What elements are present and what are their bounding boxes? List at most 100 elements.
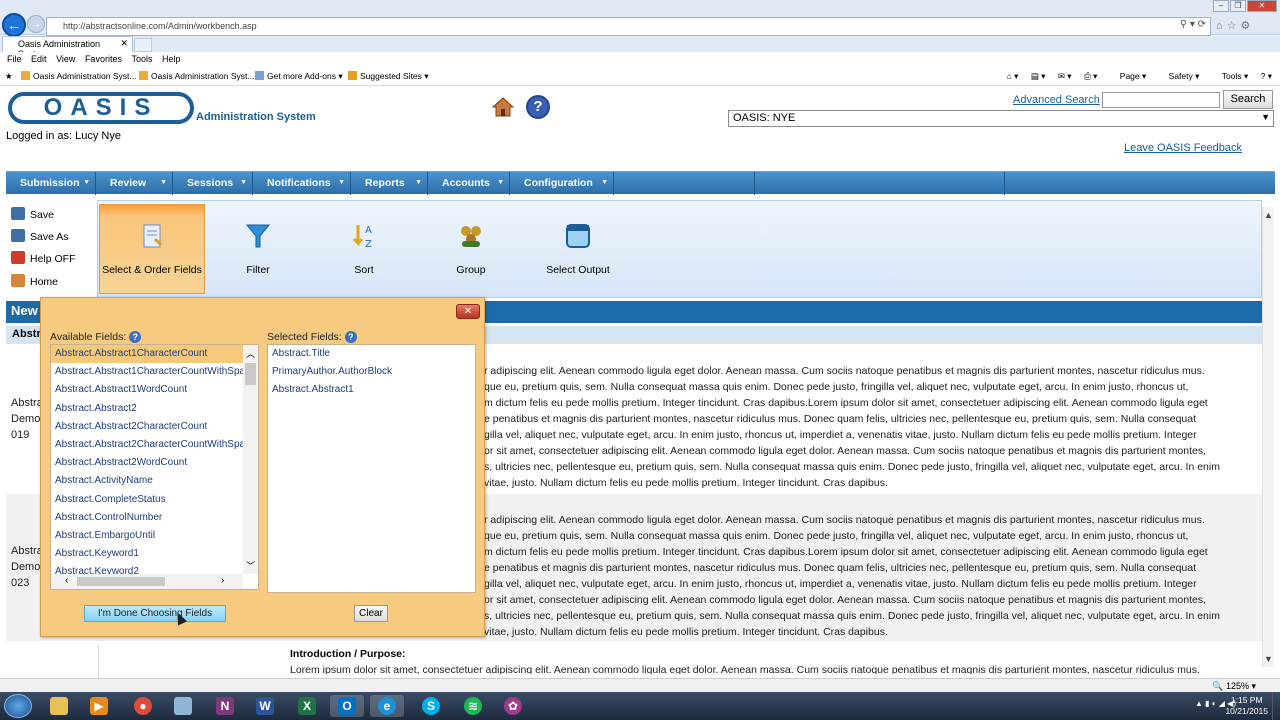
chevron-up-icon[interactable]: ︿: [246, 347, 255, 360]
list-item[interactable]: Abstract.ActivityName: [51, 472, 243, 490]
home-icon[interactable]: ⌂ ▾: [1007, 71, 1019, 81]
sort-button[interactable]: AZ Sort: [311, 205, 417, 295]
menu-favorites[interactable]: Favorites: [85, 54, 122, 64]
app-taskbar-icon[interactable]: [166, 695, 200, 717]
show-desktop-button[interactable]: [1272, 692, 1280, 720]
list-item[interactable]: Abstract.EmbargoUntil: [51, 527, 243, 545]
clear-button[interactable]: Clear: [354, 605, 388, 622]
ie-taskbar-icon[interactable]: e: [370, 695, 404, 717]
media-player-taskbar-icon[interactable]: ▶: [82, 695, 116, 717]
menu-tools[interactable]: Tools: [131, 54, 152, 64]
help-icon[interactable]: ?: [129, 331, 142, 343]
list-horizontal-scrollbar[interactable]: ‹ ›: [51, 574, 243, 589]
app-taskbar-icon[interactable]: ✿: [496, 695, 530, 717]
fav-suggested[interactable]: Suggested Sites ▾: [348, 71, 429, 82]
nav-accounts[interactable]: Accounts ▼: [428, 172, 510, 195]
nav-review[interactable]: Review ▼: [96, 172, 173, 195]
new-tab-button[interactable]: [134, 38, 152, 52]
list-item[interactable]: Abstract.Abstract2CharacterCount: [51, 418, 243, 436]
spotify-taskbar-icon[interactable]: ≋: [456, 695, 490, 717]
nav-notifications[interactable]: Notifications ▼: [253, 172, 351, 195]
chevron-left-icon[interactable]: ‹: [65, 575, 68, 586]
page-scrollbar[interactable]: ▲ ▼: [1262, 207, 1274, 667]
favorites-star-icon[interactable]: ★: [5, 71, 13, 82]
scroll-down-icon[interactable]: ▼: [1264, 654, 1273, 664]
start-button[interactable]: [4, 694, 32, 718]
cmd-safety[interactable]: Safety ▾: [1159, 71, 1200, 81]
group-button[interactable]: Group: [418, 205, 524, 295]
list-item[interactable]: Abstract.Abstract2WordCount: [51, 454, 243, 472]
chevron-down-icon[interactable]: ﹀: [246, 559, 255, 572]
save-as-button[interactable]: Save As: [11, 229, 69, 243]
select-order-fields-button[interactable]: Select & Order Fields: [99, 204, 205, 294]
help-icon[interactable]: ?: [344, 331, 357, 343]
nav-configuration[interactable]: Configuration ▼: [510, 172, 614, 195]
close-tab-icon[interactable]: ✕: [120, 38, 128, 49]
menu-file[interactable]: File: [7, 54, 22, 64]
chevron-right-icon[interactable]: ›: [221, 575, 224, 586]
home-icon[interactable]: ⌂: [1216, 20, 1227, 32]
list-item[interactable]: Abstract.Keyword1: [51, 545, 243, 563]
list-item[interactable]: Abstract.CompleteStatus: [51, 491, 243, 509]
list-item[interactable]: Abstract.Abstract1CharacterCount: [51, 345, 243, 364]
help-icon[interactable]: ? ▾: [1261, 71, 1272, 81]
feeds-icon[interactable]: ▤ ▾: [1031, 71, 1046, 81]
gear-icon[interactable]: ⚙: [1241, 20, 1255, 32]
back-button[interactable]: ←: [2, 13, 26, 37]
skype-taskbar-icon[interactable]: S: [414, 695, 448, 717]
word-taskbar-icon[interactable]: W: [248, 695, 282, 717]
excel-taskbar-icon[interactable]: X: [290, 695, 324, 717]
list-item[interactable]: Abstract.Abstract2: [51, 400, 243, 418]
nav-reports[interactable]: Reports ▼: [351, 172, 428, 195]
selected-fields-list[interactable]: Abstract.Title PrimaryAuthor.AuthorBlock…: [267, 344, 476, 593]
home-button[interactable]: Home: [11, 274, 58, 288]
event-select[interactable]: OASIS: NYE ▼: [728, 110, 1274, 127]
nav-submission[interactable]: Submission ▼: [6, 172, 96, 195]
scroll-up-icon[interactable]: ▲: [1264, 210, 1273, 220]
minimize-button[interactable]: –: [1213, 0, 1229, 12]
list-item[interactable]: Abstract.Abstract2CharacterCountWithSpac…: [51, 436, 243, 454]
cmd-page[interactable]: Page ▾: [1110, 71, 1147, 81]
clock[interactable]: 1:15 PM 10/21/2015: [1225, 695, 1268, 717]
forward-button[interactable]: →: [27, 15, 45, 33]
search-input[interactable]: [1102, 92, 1220, 108]
tab-oasis[interactable]: Oasis Administration System ✕: [2, 36, 133, 59]
select-output-button[interactable]: Select Output: [525, 205, 631, 295]
filter-button[interactable]: Filter: [205, 205, 311, 295]
list-item[interactable]: Abstract.Abstract1CharacterCountWithSpac…: [51, 363, 243, 381]
help-toggle-button[interactable]: Help OFF: [11, 251, 76, 265]
list-item[interactable]: Abstract.Abstract1: [268, 381, 475, 399]
restore-button[interactable]: ❐: [1230, 0, 1246, 12]
zoom-level[interactable]: 🔍 125% ▾: [1212, 681, 1256, 692]
explorer-taskbar-icon[interactable]: [42, 695, 76, 717]
menu-edit[interactable]: Edit: [31, 54, 47, 64]
close-window-button[interactable]: ✕: [1247, 0, 1277, 12]
onenote-taskbar-icon[interactable]: N: [208, 695, 242, 717]
menu-view[interactable]: View: [56, 54, 75, 64]
menu-help[interactable]: Help: [162, 54, 181, 64]
fav-oasis-2[interactable]: Oasis Administration Syst...: [139, 71, 254, 81]
done-choosing-button[interactable]: I'm Done Choosing Fields: [84, 605, 226, 622]
address-tools[interactable]: ⚲ ▾ ⟳: [1180, 19, 1206, 30]
print-icon[interactable]: ⎙ ▾: [1084, 71, 1097, 81]
fav-oasis-1[interactable]: Oasis Administration Syst...: [21, 71, 136, 81]
available-fields-list[interactable]: Abstract.Abstract1CharacterCount Abstrac…: [50, 344, 259, 590]
close-dialog-button[interactable]: ✕: [456, 304, 480, 319]
list-vertical-scrollbar[interactable]: ︿ ﹀: [243, 345, 258, 574]
feedback-link[interactable]: Leave OASIS Feedback: [1124, 142, 1242, 154]
cmd-tools[interactable]: Tools ▾: [1212, 71, 1248, 81]
list-item[interactable]: Abstract.Abstract1WordCount: [51, 381, 243, 399]
chrome-taskbar-icon[interactable]: ●: [126, 695, 160, 717]
scroll-thumb[interactable]: [77, 577, 165, 586]
scroll-thumb[interactable]: [245, 363, 256, 385]
fav-addons[interactable]: Get more Add-ons ▾: [255, 71, 343, 82]
mail-icon[interactable]: ✉ ▾: [1058, 71, 1072, 81]
address-bar[interactable]: http://abstractsonline.com/Admin/workben…: [46, 17, 1211, 36]
advanced-search-link[interactable]: Advanced Search: [1013, 94, 1100, 106]
list-item[interactable]: Abstract.Title: [268, 345, 475, 363]
list-item[interactable]: PrimaryAuthor.AuthorBlock: [268, 363, 475, 381]
save-button[interactable]: Save: [11, 207, 54, 221]
help-icon[interactable]: ?: [526, 95, 550, 119]
search-button[interactable]: Search: [1223, 90, 1273, 109]
nav-sessions[interactable]: Sessions ▼: [173, 172, 253, 195]
